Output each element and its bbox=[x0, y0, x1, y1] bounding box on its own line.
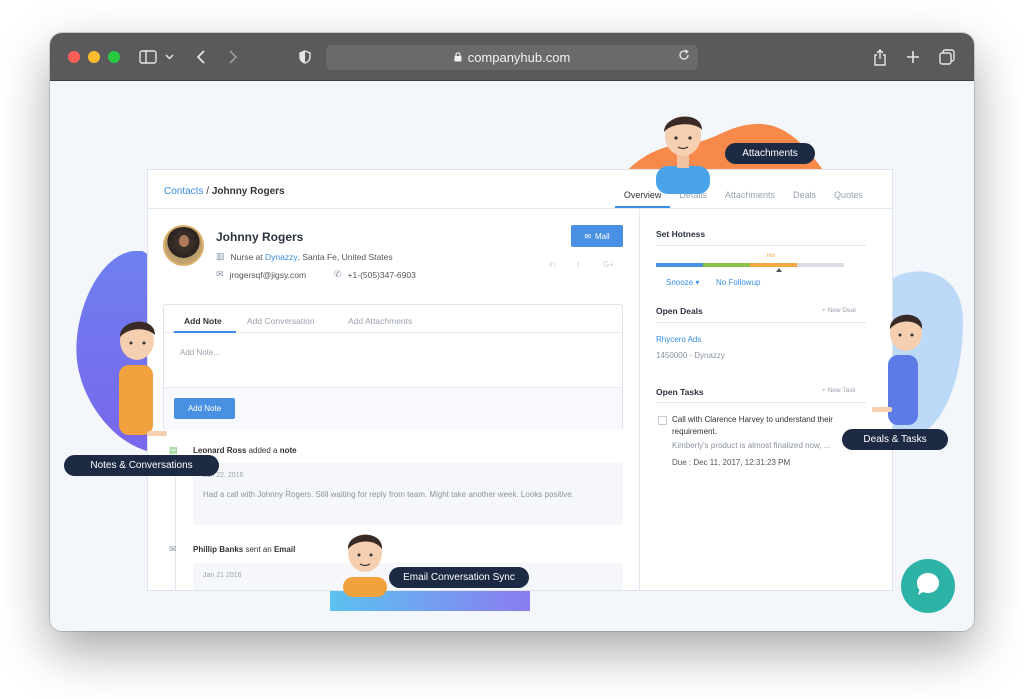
chevron-down-icon[interactable] bbox=[163, 45, 175, 69]
header-divider bbox=[148, 208, 892, 209]
character-attachments-illustration bbox=[656, 116, 710, 194]
phone-icon: ✆ bbox=[334, 269, 342, 279]
task-due-date: Due : Dec 11, 2017, 12:31:23 PM bbox=[672, 458, 791, 467]
mail-button[interactable]: ✉ Mail bbox=[571, 225, 623, 247]
deal-subtitle: 1450000 - Dynazzy bbox=[656, 351, 725, 360]
composer-tab-indicator bbox=[174, 331, 236, 333]
composer-tab-add-conversation[interactable]: Add Conversation bbox=[247, 316, 315, 326]
note-composer: Add Note Add Conversation Add Attachment… bbox=[163, 304, 623, 430]
email-icon: ✉ bbox=[216, 269, 224, 279]
reload-icon[interactable] bbox=[678, 49, 690, 64]
snooze-dropdown[interactable]: Snooze ▾ bbox=[666, 278, 699, 287]
task-description: Kimberly's product is almost finalized n… bbox=[672, 441, 831, 450]
contact-location: , Santa Fe, United States bbox=[297, 251, 393, 262]
composer-tabs: Add Note Add Conversation Add Attachment… bbox=[164, 305, 622, 333]
new-task-link[interactable]: + New Task bbox=[822, 387, 856, 394]
google-plus-icon[interactable]: G+ bbox=[603, 260, 614, 269]
character-email-illustration bbox=[343, 534, 387, 597]
breadcrumb-current: Johnny Rogers bbox=[211, 186, 285, 197]
breadcrumb-separator: / bbox=[206, 186, 210, 197]
feed-item-header: Phillip Banks sent an Email bbox=[193, 545, 296, 554]
contact-card: Contacts / Johnny Rogers Overview Detail… bbox=[147, 169, 893, 591]
callout-email-sync: Email Conversation Sync bbox=[389, 567, 529, 588]
feed-text: Had a call with Johnny Rogers. Still wai… bbox=[203, 490, 574, 499]
contact-email[interactable]: jrogersqf@jigsy.com bbox=[230, 270, 307, 280]
sidebar-icon[interactable] bbox=[138, 45, 158, 69]
hotness-segment-empty[interactable] bbox=[797, 263, 844, 267]
hot-label: Hot bbox=[767, 253, 775, 259]
twitter-icon[interactable]: t bbox=[577, 260, 579, 269]
back-icon[interactable] bbox=[194, 45, 208, 69]
forward-icon[interactable] bbox=[226, 45, 240, 69]
no-followup-link[interactable]: No Followup bbox=[716, 278, 760, 287]
email-feed-icon: ✉ bbox=[169, 544, 177, 554]
breadcrumb-contacts-link[interactable]: Contacts bbox=[164, 186, 203, 197]
add-note-button[interactable]: Add Note bbox=[174, 398, 235, 419]
lock-icon bbox=[454, 50, 462, 65]
browser-toolbar: companyhub.com bbox=[50, 33, 974, 81]
contact-job: ▥ Nurse at Dynazzy, Santa Fe, United Sta… bbox=[216, 251, 393, 262]
chat-widget-button[interactable] bbox=[901, 559, 955, 613]
character-deals-illustration bbox=[872, 314, 923, 425]
composer-footer: Add Note bbox=[164, 387, 622, 430]
share-icon[interactable] bbox=[872, 45, 888, 69]
new-tab-icon[interactable] bbox=[905, 45, 921, 69]
privacy-shield-icon[interactable] bbox=[298, 45, 312, 69]
feed-user[interactable]: Leonard Ross bbox=[193, 446, 246, 455]
open-tasks-title: Open Tasks bbox=[656, 387, 704, 397]
chat-bubble-icon bbox=[915, 571, 941, 602]
note-input[interactable]: Add Note... bbox=[180, 348, 220, 357]
character-notes-illustration bbox=[119, 321, 167, 436]
hotness-title: Set Hotness bbox=[656, 229, 706, 239]
contact-phone-row: ✆ +1-(505)347-6903 bbox=[334, 269, 416, 280]
mail-icon: ✉ bbox=[584, 231, 592, 241]
tab-deals[interactable]: Deals bbox=[784, 178, 825, 208]
job-at: at bbox=[255, 251, 263, 262]
building-icon: ▥ bbox=[216, 251, 225, 261]
url-text: companyhub.com bbox=[467, 50, 571, 65]
hotness-segment-warm[interactable] bbox=[703, 263, 750, 267]
tasks-divider bbox=[656, 402, 866, 403]
hotness-segment-hot[interactable] bbox=[750, 263, 797, 267]
company-link[interactable]: Dynazzy bbox=[265, 252, 298, 262]
contact-email-row: ✉ jrogersqf@jigsy.com bbox=[216, 269, 306, 280]
close-window-button[interactable] bbox=[68, 51, 80, 63]
hotness-divider bbox=[656, 245, 866, 246]
minimize-window-button[interactable] bbox=[88, 51, 100, 63]
avatar bbox=[163, 225, 204, 266]
browser-window: companyhub.com Contacts / Johnny Rogers … bbox=[50, 33, 974, 631]
open-deals-title: Open Deals bbox=[656, 306, 703, 316]
contact-phone[interactable]: +1-(505)347-6903 bbox=[348, 270, 416, 280]
new-deal-link[interactable]: + New Deal bbox=[822, 307, 856, 314]
composer-tab-add-attachments[interactable]: Add Attachments bbox=[348, 316, 412, 326]
tab-overview-icon[interactable] bbox=[938, 45, 956, 69]
breadcrumb: Contacts / Johnny Rogers bbox=[164, 186, 285, 197]
callout-deals-tasks: Deals & Tasks bbox=[842, 429, 948, 450]
column-divider bbox=[639, 209, 640, 590]
tab-attachments[interactable]: Attachments bbox=[716, 178, 784, 208]
task-checkbox[interactable] bbox=[658, 416, 667, 425]
composer-tab-add-note[interactable]: Add Note bbox=[184, 316, 222, 326]
feed-item-card: Jan 22, 2016 Had a call with Johnny Roge… bbox=[193, 463, 623, 525]
linkedin-icon[interactable]: in bbox=[549, 260, 555, 269]
address-bar[interactable]: companyhub.com bbox=[326, 45, 698, 70]
feed-date: Jan 21 2016 bbox=[203, 572, 242, 579]
job-title: Nurse bbox=[230, 251, 254, 262]
zoom-window-button[interactable] bbox=[108, 51, 120, 63]
timeline-line bbox=[175, 458, 176, 590]
hotness-segment-cold[interactable] bbox=[656, 263, 703, 267]
page-content: Contacts / Johnny Rogers Overview Detail… bbox=[50, 81, 974, 631]
hotness-marker bbox=[776, 268, 782, 272]
feed-user[interactable]: Phillip Banks bbox=[193, 545, 243, 554]
callout-notes-conversations: Notes & Conversations bbox=[64, 455, 219, 476]
deals-divider bbox=[656, 322, 866, 323]
tab-quotes[interactable]: Quotes bbox=[825, 178, 872, 208]
contact-name: Johnny Rogers bbox=[216, 230, 304, 244]
deal-name-link[interactable]: Rhycero Ads bbox=[656, 335, 701, 344]
feed-item-header: Leonard Ross added a note bbox=[193, 446, 297, 455]
callout-attachments: Attachments bbox=[725, 143, 815, 164]
